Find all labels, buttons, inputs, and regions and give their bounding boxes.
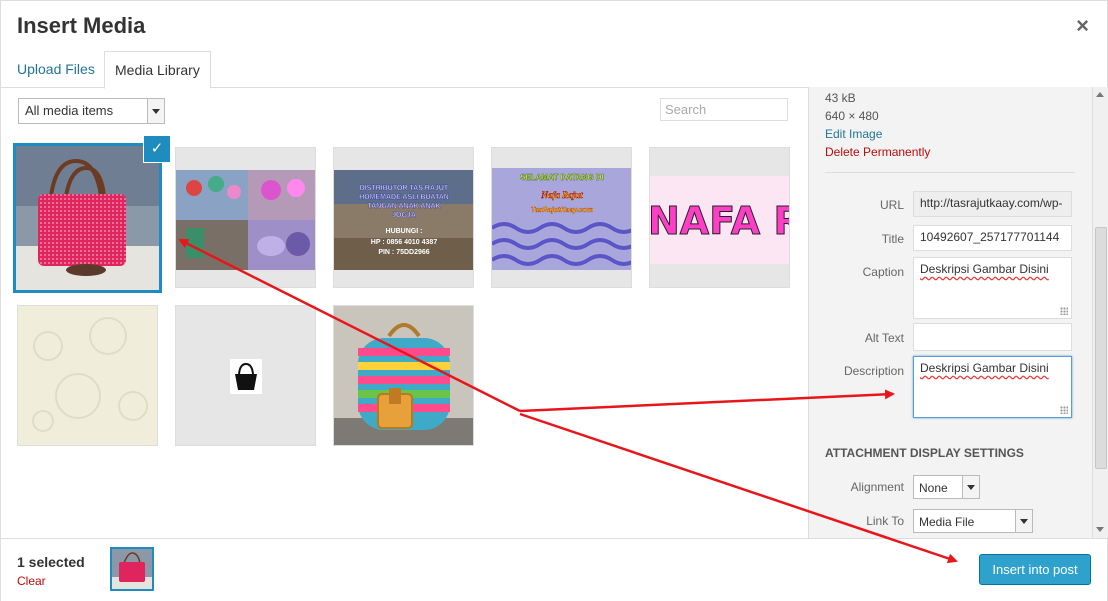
welcome-line-3: TasRajutKaay.com [531,207,593,214]
description-label: Description [843,364,904,378]
media-item-backpack[interactable] [333,305,474,446]
insert-into-post-button[interactable]: Insert into post [979,554,1091,585]
distributor-line-5: HUBUNGI : [386,228,423,235]
image-dimensions: 640 × 480 [825,109,879,123]
media-item-collage[interactable] [175,147,316,288]
scroll-down-icon[interactable] [1096,527,1104,532]
selected-thumbnail[interactable] [110,547,154,591]
media-item-distributor[interactable]: DISTRIBUTOR TAS RAJUT HOMEMADE ASLI BUAT… [333,147,474,288]
media-item-red-bag[interactable] [13,143,162,293]
selected-bag-thumb-image [112,549,152,589]
modal-title: Insert Media [17,13,146,38]
media-item-nafa-banner[interactable]: NAFA RA [649,147,790,288]
media-item-black-bag[interactable] [175,305,316,446]
tab-upload-files[interactable]: Upload Files [17,51,95,87]
chevron-down-icon [962,476,979,498]
alt-text-label: Alt Text [864,331,904,345]
media-item-pattern[interactable] [17,305,158,446]
caption-text: Deskripsi Gambar Disini [920,262,1049,276]
resize-grip-icon[interactable] [1060,406,1068,414]
alt-text-field[interactable] [913,323,1072,351]
caption-field[interactable]: Deskripsi Gambar Disini [913,257,1072,319]
alignment-value: None [919,481,948,495]
product-collage-image [176,148,315,287]
search-input[interactable] [660,98,788,121]
url-label: URL [879,198,904,212]
chevron-down-icon [147,99,164,123]
link-to-value: Media File [919,515,975,529]
welcome-line-1: SELAMAT DATANG DI [520,173,604,182]
link-to-select[interactable]: Media File [913,509,1033,533]
divider [825,172,1075,173]
chevron-down-icon [1015,510,1032,532]
distributor-line-3: TANGAN ANAK ANAK [367,203,440,210]
red-handbag-image [16,146,159,290]
scroll-thumb[interactable] [1095,227,1107,469]
checkmark-icon[interactable]: ✓ [143,135,171,163]
link-to-label: Link To [866,514,904,528]
media-filter-select[interactable]: All media items [18,98,165,124]
distributor-line-2: HOMEMADE ASLI BUATAN [359,194,449,201]
scroll-up-icon[interactable] [1096,92,1104,97]
title-label: Title [881,232,904,246]
cream-pattern-image [18,306,157,445]
url-field[interactable]: http://tasrajutkaay.com/wp- [913,191,1072,217]
insert-media-modal: Insert Media × Upload Files Media Librar… [0,0,1108,601]
distributor-line-4: JOGJA [392,212,416,219]
close-icon[interactable]: × [1076,13,1089,39]
clear-selection-link[interactable]: Clear [17,574,46,588]
delete-permanently-link[interactable]: Delete Permanently [825,145,930,159]
sidebar-scrollbar[interactable] [1092,87,1108,538]
welcome-line-2: Nafa Rajut [540,190,583,200]
description-text: Deskripsi Gambar Disini [920,361,1049,375]
description-field[interactable]: Deskripsi Gambar Disini [913,356,1072,418]
file-size: 43 kB [825,91,856,105]
distributor-line-1: DISTRIBUTOR TAS RAJUT [360,185,449,192]
media-item-selamat[interactable]: SELAMAT DATANG DI Nafa Rajut TasRajutKaa… [491,147,632,288]
alignment-label: Alignment [850,480,904,494]
striped-backpack-image [334,306,473,445]
nafa-banner-image: NAFA RA [650,148,790,287]
welcome-banner-image: SELAMAT DATANG DI Nafa Rajut TasRajutKaa… [492,148,631,287]
title-field[interactable]: 10492607_257177701144 [913,225,1072,251]
resize-grip-icon[interactable] [1060,307,1068,315]
nafa-banner-text: NAFA RA [650,199,790,243]
caption-label: Caption [862,265,904,279]
alignment-select[interactable]: None [913,475,980,499]
distributor-banner-image: DISTRIBUTOR TAS RAJUT HOMEMADE ASLI BUAT… [334,148,473,287]
display-settings-heading: ATTACHMENT DISPLAY SETTINGS [825,446,1024,460]
edit-image-link[interactable]: Edit Image [825,127,882,141]
attachment-details-sidebar: 43 kB 640 × 480 Edit Image Delete Perman… [808,87,1094,538]
filter-value: All media items [25,103,114,118]
selection-count: 1 selected [17,554,85,570]
tab-media-library[interactable]: Media Library [104,51,211,89]
media-tabs: Upload Files Media Library [1,51,1094,89]
black-bag-image [176,306,315,445]
media-footer: 1 selected Clear Insert into post [1,538,1107,601]
distributor-line-6: HP : 0856 4010 4387 [371,239,438,246]
distributor-line-7: PIN : 75DD2966 [378,249,429,256]
